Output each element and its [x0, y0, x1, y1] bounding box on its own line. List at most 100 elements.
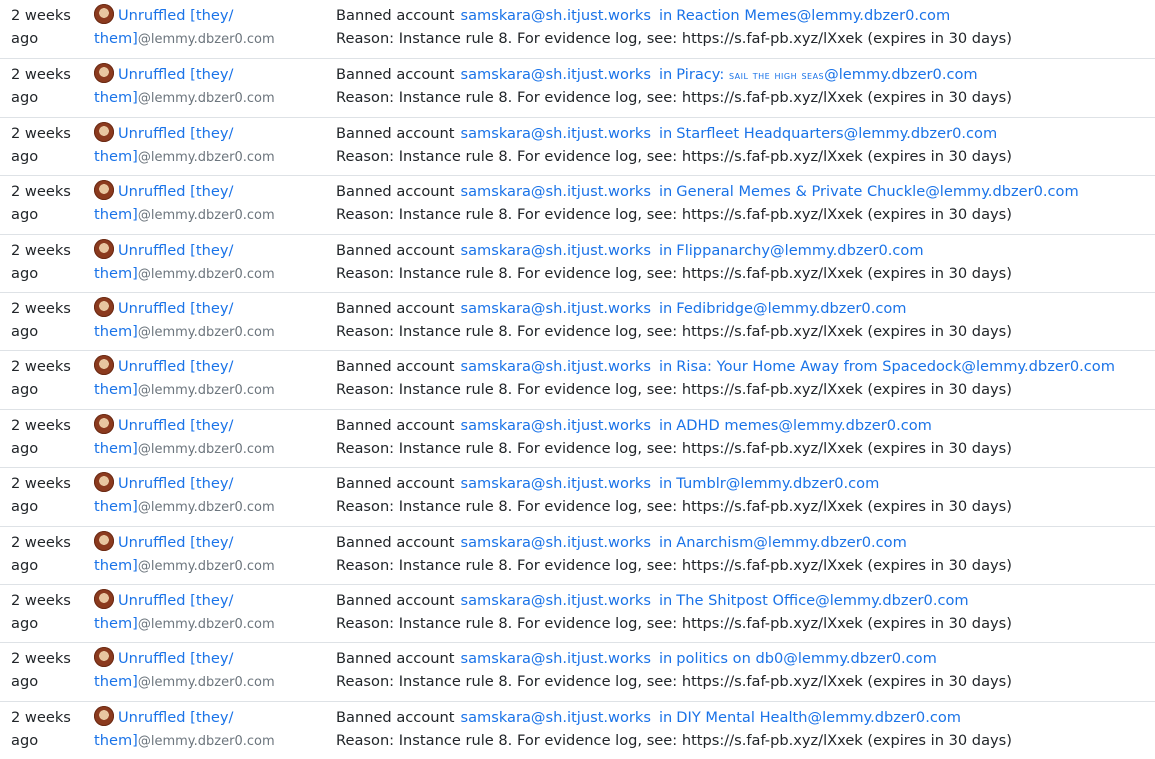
moderator-link-cont[interactable]: them] — [94, 265, 138, 282]
in-word: in — [658, 533, 673, 551]
community-link[interactable]: Piracy: sail the high seas@lemmy.dbzer0.… — [676, 66, 977, 83]
banned-user-link[interactable]: samskara@sh.itjust.works — [460, 300, 651, 317]
banned-user-link[interactable]: samskara@sh.itjust.works — [460, 66, 651, 83]
banned-user-link[interactable]: samskara@sh.itjust.works — [460, 534, 651, 551]
avatar-icon — [94, 4, 114, 24]
community-link[interactable]: Flippanarchy@lemmy.dbzer0.com — [676, 242, 923, 259]
moderator-instance: @lemmy.dbzer0.com — [137, 500, 275, 516]
banned-user-link[interactable]: samskara@sh.itjust.works — [460, 475, 651, 492]
timestamp: 2 weeks ago — [11, 299, 71, 340]
moderator-instance: @lemmy.dbzer0.com — [137, 266, 275, 282]
moderator-link[interactable]: Unruffled [they/ — [118, 7, 233, 24]
moderator-link[interactable]: Unruffled [they/ — [118, 66, 233, 83]
moderator-link[interactable]: Unruffled [they/ — [118, 592, 233, 609]
moderator-link-cont[interactable]: them] — [94, 673, 138, 690]
action-label: Banned account — [336, 7, 455, 24]
moderator-link[interactable]: Unruffled [they/ — [118, 417, 233, 434]
modlog-row: 2 weeks ago Unruffled [they/ them]@lemmy… — [0, 291, 1155, 350]
moderator-link-cont[interactable]: them] — [94, 206, 138, 223]
action-label: Banned account — [336, 533, 455, 551]
moderator-link-cont[interactable]: them] — [94, 89, 138, 106]
moderator-link-cont[interactable]: them] — [94, 498, 138, 515]
community-link[interactable]: Tumblr@lemmy.dbzer0.com — [676, 475, 879, 492]
moderator-link[interactable]: Unruffled [they/ — [118, 183, 233, 200]
community-link[interactable]: Anarchism@lemmy.dbzer0.com — [676, 534, 907, 551]
ban-reason: Reason: Instance rule 8. For evidence lo… — [336, 673, 1012, 691]
banned-user-link[interactable]: samskara@sh.itjust.works — [460, 125, 651, 142]
community-link[interactable]: Starfleet Headquarters@lemmy.dbzer0.com — [676, 125, 997, 142]
banned-user-link[interactable]: samskara@sh.itjust.works — [460, 7, 651, 24]
moderator: Unruffled [they/ them]@lemmy.dbzer0.com — [94, 705, 324, 752]
modlog-row: 2 weeks ago Unruffled [they/ them]@lemmy… — [0, 642, 1155, 700]
action: Banned account samskara@sh.itjust.works in… — [336, 531, 1147, 577]
timestamp: 2 weeks ago — [11, 475, 71, 516]
action-label: Banned account — [336, 124, 455, 142]
avatar-icon — [94, 296, 114, 317]
moderator: Unruffled [they/ them]@lemmy.dbzer0.com — [94, 647, 324, 693]
banned-user-link[interactable]: samskara@sh.itjust.works — [460, 592, 651, 609]
action: Banned account samskara@sh.itjust.works in… — [336, 589, 1147, 635]
moderator: Unruffled [they/ them]@lemmy.dbzer0.com — [94, 413, 324, 460]
avatar-icon — [94, 355, 114, 376]
banned-user-link[interactable]: samskara@sh.itjust.works — [460, 358, 651, 375]
moderator-link[interactable]: Unruffled [they/ — [118, 242, 233, 259]
moderator-link-cont[interactable]: them] — [94, 615, 138, 632]
moderator-link-cont[interactable]: them] — [94, 148, 138, 165]
banned-user-link[interactable]: samskara@sh.itjust.works — [460, 183, 651, 200]
timestamp: 2 weeks ago — [11, 533, 71, 574]
moderator-link[interactable]: Unruffled [they/ — [118, 300, 233, 317]
banned-user-link[interactable]: samskara@sh.itjust.works — [460, 650, 651, 667]
modlog-row: 2 weeks ago Unruffled [they/ them]@lemmy… — [0, 116, 1155, 175]
modlog-row: 2 weeks ago Unruffled [they/ them]@lemmy… — [0, 350, 1155, 408]
moderator-link[interactable]: Unruffled [they/ — [118, 358, 233, 375]
timestamp: 2 weeks ago — [11, 241, 71, 282]
community-link[interactable]: DIY Mental Health@lemmy.dbzer0.com — [676, 709, 961, 726]
banned-user-link[interactable]: samskara@sh.itjust.works — [460, 417, 651, 434]
action: Banned account samskara@sh.itjust.works in… — [336, 414, 1147, 460]
banned-user-link[interactable]: samskara@sh.itjust.works — [460, 242, 651, 259]
banned-user-link[interactable]: samskara@sh.itjust.works — [460, 709, 651, 726]
timestamp: 2 weeks ago — [11, 7, 71, 47]
moderator-link-cont[interactable]: them] — [94, 323, 138, 340]
moderator-link-cont[interactable]: them] — [94, 732, 138, 749]
action: Banned account samskara@sh.itjust.works in… — [336, 4, 1147, 50]
community-link[interactable]: Reaction Memes@lemmy.dbzer0.com — [676, 7, 950, 24]
moderator-link-cont[interactable]: them] — [94, 440, 138, 457]
ban-reason: Reason: Instance rule 8. For evidence lo… — [336, 614, 1012, 632]
action-label: Banned account — [336, 591, 455, 609]
ban-reason: Reason: Instance rule 8. For evidence lo… — [336, 322, 1012, 340]
timestamp: 2 weeks ago — [11, 416, 71, 457]
timestamp: 2 weeks ago — [11, 358, 71, 399]
action-label: Banned account — [336, 183, 455, 201]
action-label: Banned account — [336, 475, 455, 493]
moderator-link[interactable]: Unruffled [they/ — [118, 534, 233, 551]
moderator: Unruffled [they/ them]@lemmy.dbzer0.com — [94, 121, 324, 168]
community-link[interactable]: Risa: Your Home Away from Spacedock@lemm… — [676, 358, 1115, 375]
modlog-row: 2 weeks ago Unruffled [they/ them]@lemmy… — [0, 175, 1155, 233]
moderator-link-cont[interactable]: them] — [94, 30, 138, 47]
community-link[interactable]: General Memes & Private Chuckle@lemmy.db… — [676, 183, 1078, 200]
community-link[interactable]: Fedibridge@lemmy.dbzer0.com — [676, 300, 906, 317]
in-word: in — [658, 708, 673, 726]
in-word: in — [658, 416, 673, 434]
action-label: Banned account — [336, 708, 455, 726]
community-link[interactable]: politics on db0@lemmy.dbzer0.com — [676, 650, 937, 667]
timestamp: 2 weeks ago — [11, 591, 71, 632]
moderator-link[interactable]: Unruffled [they/ — [118, 650, 233, 667]
moderator-link[interactable]: Unruffled [they/ — [118, 709, 233, 726]
ban-reason: Reason: Instance rule 8. For evidence lo… — [336, 89, 1012, 107]
moderator: Unruffled [they/ them]@lemmy.dbzer0.com — [94, 4, 324, 50]
action: Banned account samskara@sh.itjust.works in… — [336, 297, 1147, 343]
moderator-link-cont[interactable]: them] — [94, 381, 138, 398]
modlog-row: 2 weeks ago Unruffled [they/ them]@lemmy… — [0, 233, 1155, 292]
community-link[interactable]: ADHD memes@lemmy.dbzer0.com — [676, 417, 932, 434]
moderator-instance: @lemmy.dbzer0.com — [137, 441, 275, 457]
moderator-link[interactable]: Unruffled [they/ — [118, 475, 233, 492]
community-link[interactable]: The Shitpost Office@lemmy.dbzer0.com — [676, 592, 968, 609]
avatar-icon — [94, 238, 114, 259]
moderator-link-cont[interactable]: them] — [94, 557, 138, 574]
action: Banned account samskara@sh.itjust.works in… — [336, 647, 1147, 693]
moderator-instance: @lemmy.dbzer0.com — [137, 383, 275, 399]
moderator-link[interactable]: Unruffled [they/ — [118, 125, 233, 142]
action: Banned account samskara@sh.itjust.works in… — [336, 180, 1147, 226]
